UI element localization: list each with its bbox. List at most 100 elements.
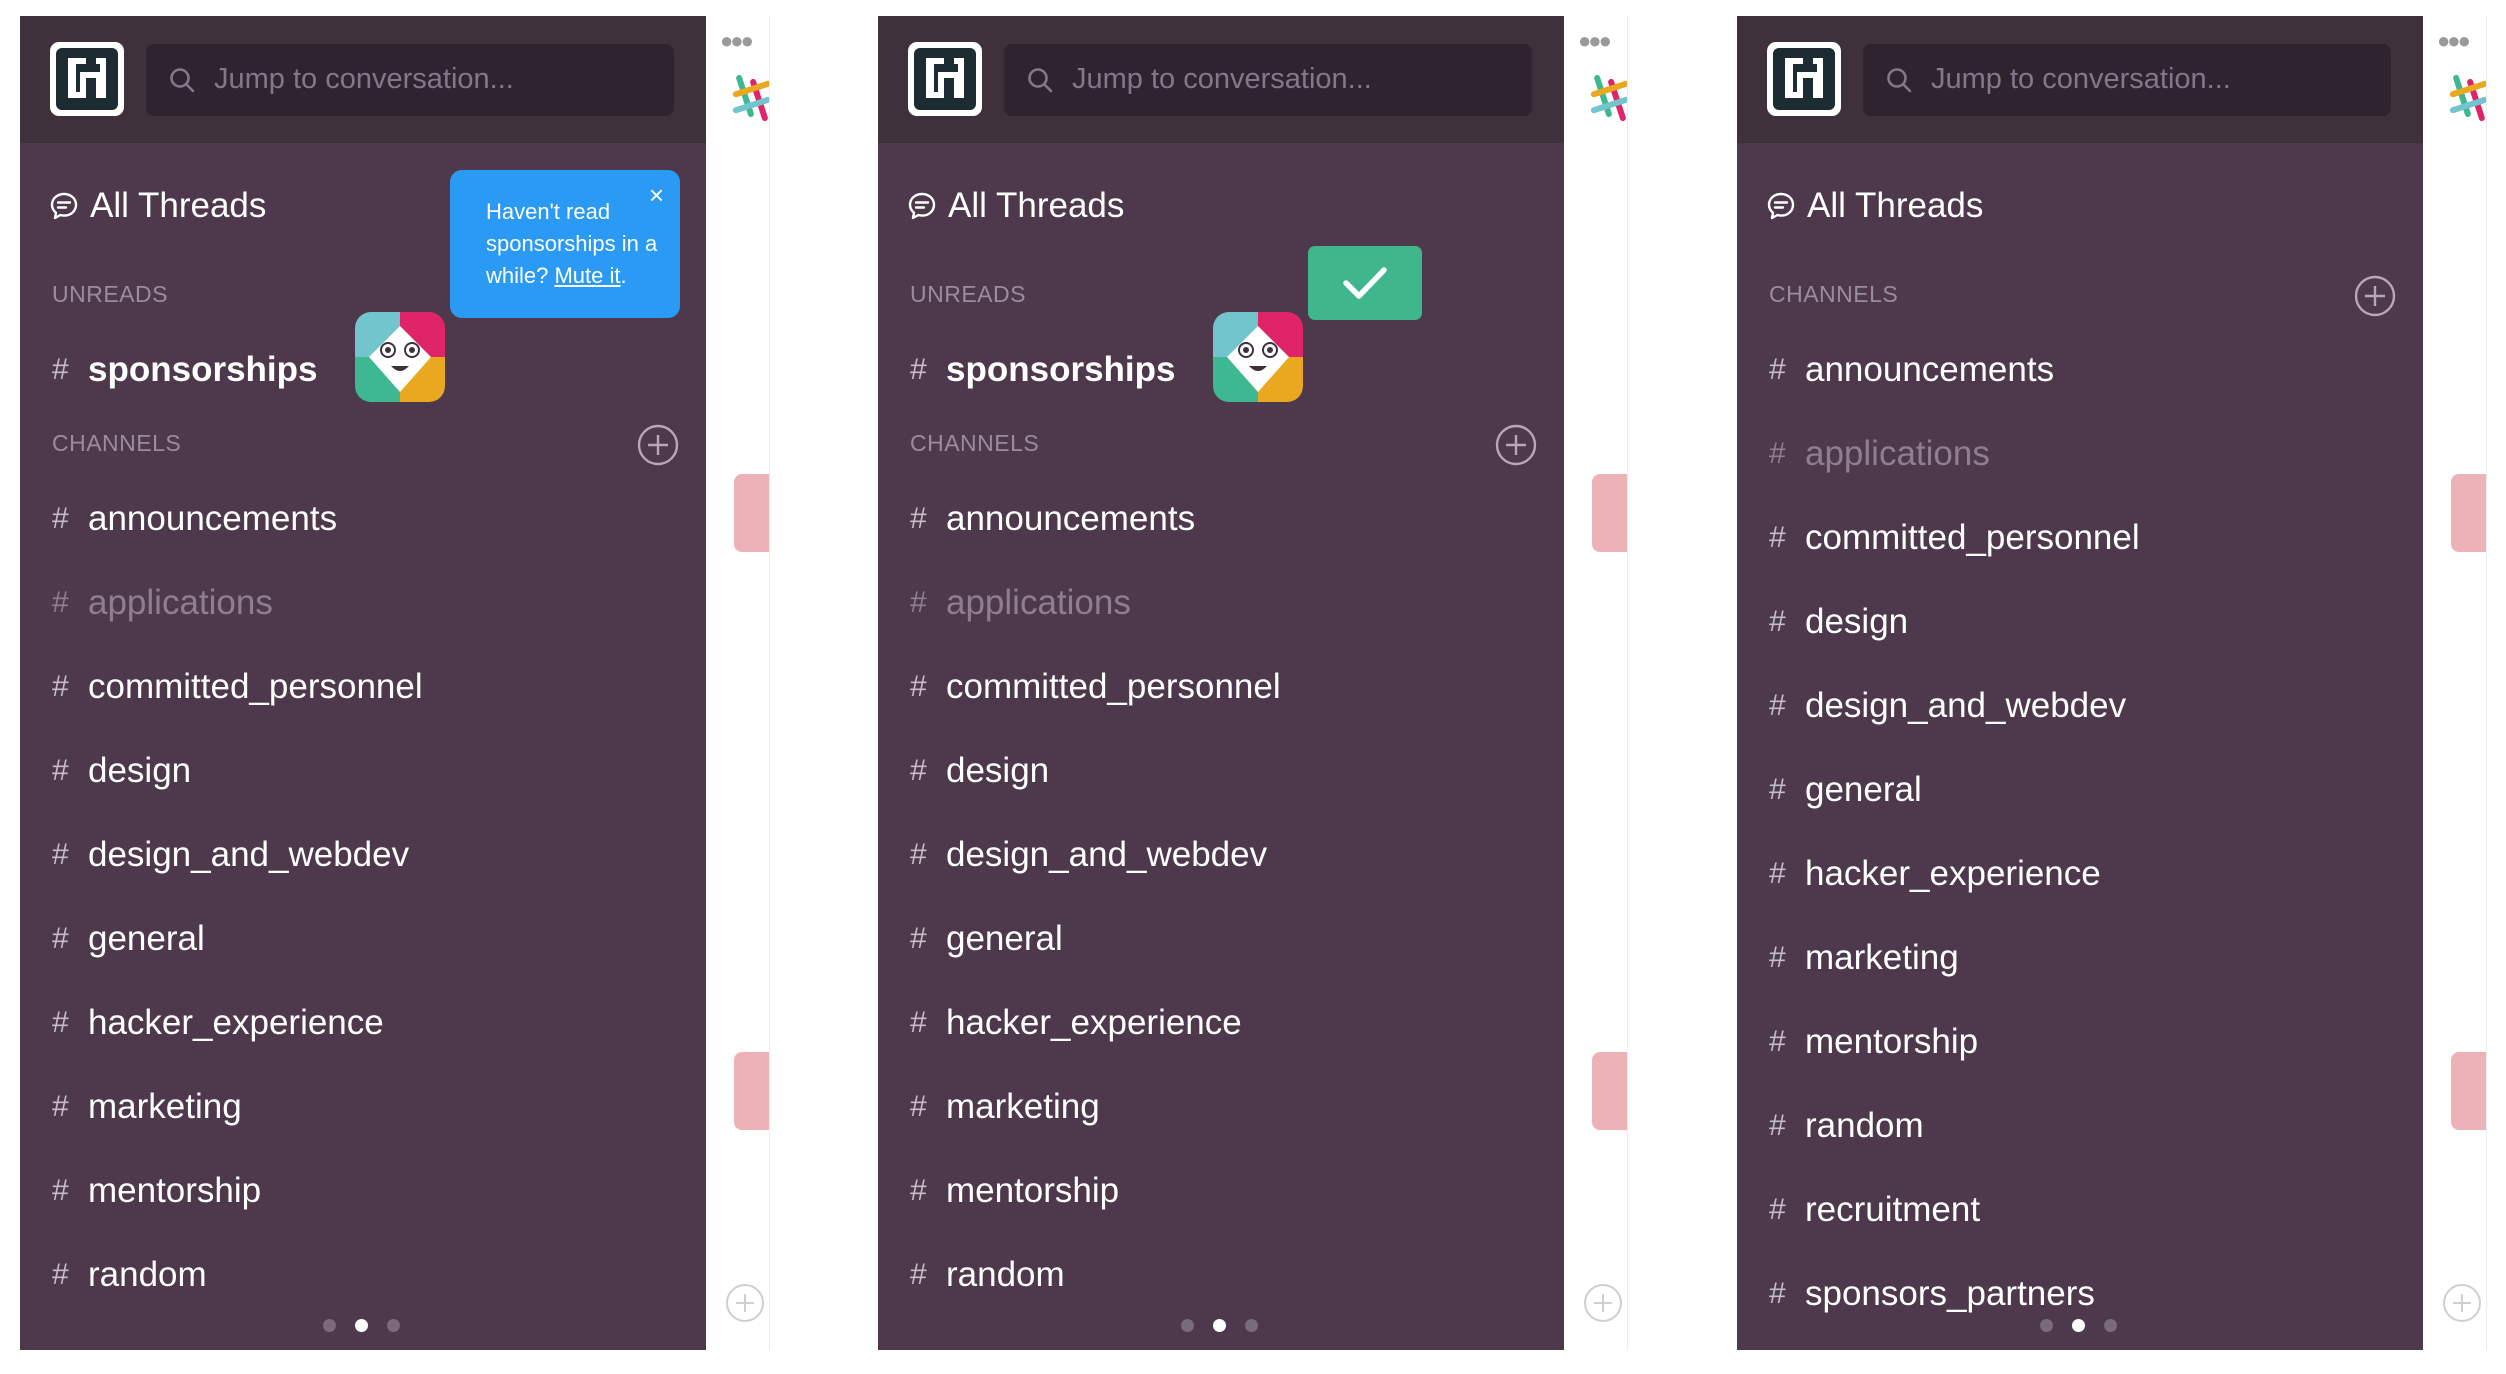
peek-header: ●●● [706, 16, 769, 143]
channel-hash: # [1769, 857, 1786, 890]
sidebar: Jump to conversation... All Threads UNRE… [20, 16, 706, 1350]
channel-item-sponsorships[interactable]: # sponsorships [52, 346, 317, 394]
channel-name: committed_personnel [1805, 518, 2140, 557]
channel-hash: # [52, 353, 69, 386]
muted-confirmation-badge [1308, 246, 1422, 320]
channel-hash: # [910, 1006, 927, 1039]
channel-hash: # [910, 586, 927, 619]
main-content-peek: ●●● [706, 16, 770, 1350]
page-indicator [1181, 1317, 1277, 1333]
channel-item[interactable]: # recruitment [1769, 1186, 1980, 1234]
search-input[interactable]: Jump to conversation... [1863, 44, 2391, 116]
channel-hash: # [910, 838, 927, 871]
channel-item[interactable]: # announcements [910, 495, 1195, 543]
all-threads-link[interactable]: All Threads [48, 184, 266, 228]
channel-item[interactable]: # committed_personnel [910, 663, 1281, 711]
channel-item[interactable]: # mentorship [910, 1167, 1119, 1215]
channel-item[interactable]: # design [1769, 598, 1908, 646]
page-dot [2104, 1318, 2117, 1332]
channel-item[interactable]: # applications [52, 579, 273, 627]
channel-item[interactable]: # random [1769, 1102, 1924, 1150]
channel-item[interactable]: # announcements [1769, 346, 2054, 394]
channel-name: announcements [946, 499, 1196, 538]
channel-item[interactable]: # general [1769, 766, 1922, 814]
more-icon[interactable]: ●●● [2437, 28, 2471, 54]
team-logo-icon[interactable] [1767, 42, 1841, 116]
page-indicator [2040, 1317, 2136, 1333]
channel-item[interactable]: # applications [910, 579, 1131, 627]
main-content-peek: ●●● [1564, 16, 1628, 1350]
checkmark-icon [1343, 267, 1387, 299]
channel-item[interactable]: # mentorship [1769, 1018, 1978, 1066]
channel-item[interactable]: # sponsors_partners [1769, 1270, 2095, 1318]
channel-item-sponsorships[interactable]: # sponsorships [910, 346, 1175, 394]
channel-name: announcements [1805, 350, 2055, 389]
search-icon [1028, 68, 1053, 93]
threads-icon [1767, 192, 1795, 220]
search-input[interactable]: Jump to conversation... [146, 44, 674, 116]
channel-item[interactable]: # applications [1769, 430, 1990, 478]
channel-name: design [88, 751, 192, 790]
sidebar-header: Jump to conversation... [20, 16, 706, 143]
channel-name: announcements [88, 499, 338, 538]
team-logo-icon[interactable] [50, 42, 124, 116]
all-threads-link[interactable]: All Threads [906, 184, 1124, 228]
more-icon[interactable]: ●●● [720, 28, 754, 54]
channel-name: general [1805, 770, 1922, 809]
channel-item[interactable]: # hacker_experience [910, 999, 1242, 1047]
message-avatar [2451, 474, 2486, 552]
channel-hash: # [910, 502, 927, 535]
channel-item[interactable]: # design [910, 747, 1049, 795]
channel-name: sponsorships [88, 350, 318, 389]
channel-item[interactable]: # design [52, 747, 191, 795]
team-logo-icon[interactable] [908, 42, 982, 116]
channel-item[interactable]: # marketing [52, 1083, 242, 1131]
channel-item[interactable]: # design_and_webdev [52, 831, 409, 879]
channel-item[interactable]: # hacker_experience [1769, 850, 2101, 898]
channel-name: committed_personnel [946, 667, 1281, 706]
channel-item[interactable]: # random [910, 1251, 1065, 1299]
close-icon[interactable]: × [649, 182, 664, 208]
channel-item[interactable]: # marketing [910, 1083, 1100, 1131]
channel-item[interactable]: # general [52, 915, 205, 963]
plus-icon[interactable] [2441, 1282, 2483, 1324]
channel-item[interactable]: # design_and_webdev [910, 831, 1267, 879]
add-channel-icon[interactable] [636, 423, 680, 467]
channel-item[interactable]: # general [910, 915, 1063, 963]
channel-name: committed_personnel [88, 667, 423, 706]
channel-item[interactable]: # marketing [1769, 934, 1959, 982]
channel-item[interactable]: # random [52, 1251, 207, 1299]
search-input[interactable]: Jump to conversation... [1004, 44, 1532, 116]
page-dot [1181, 1318, 1194, 1332]
channel-item[interactable]: # hacker_experience [52, 999, 384, 1047]
channel-name: mentorship [88, 1171, 262, 1210]
plus-icon[interactable] [724, 1282, 766, 1324]
peek-header: ●●● [1564, 16, 1627, 143]
page-dot-active [2072, 1318, 2085, 1332]
channel-name: random [88, 1255, 207, 1294]
all-threads-label: All Threads [948, 186, 1125, 225]
channel-name: design [1805, 602, 1909, 641]
add-channel-icon[interactable] [2353, 274, 2397, 318]
phone-screen-2: Jump to conversation... All Threads UNRE… [878, 16, 1628, 1350]
channel-hash: # [52, 670, 69, 703]
sidebar: Jump to conversation... All Threads CHAN… [1737, 16, 2423, 1350]
channel-item[interactable]: # committed_personnel [52, 663, 423, 711]
main-content-peek: ●●● [2423, 16, 2487, 1350]
add-channel-icon[interactable] [1494, 423, 1538, 467]
channel-name: design_and_webdev [946, 835, 1268, 874]
channel-name: general [946, 919, 1063, 958]
tooltip-period: . [620, 263, 627, 288]
mute-it-link[interactable]: Mute it [554, 263, 620, 288]
channel-item[interactable]: # design_and_webdev [1769, 682, 2126, 730]
channel-item[interactable]: # committed_personnel [1769, 514, 2140, 562]
channel-name: random [946, 1255, 1065, 1294]
all-threads-link[interactable]: All Threads [1765, 184, 1983, 228]
page-dot [1245, 1318, 1258, 1332]
more-icon[interactable]: ●●● [1578, 28, 1612, 54]
channel-item[interactable]: # announcements [52, 495, 337, 543]
channel-hash: # [52, 502, 69, 535]
page-dot [387, 1318, 400, 1332]
channel-item[interactable]: # mentorship [52, 1167, 261, 1215]
plus-icon[interactable] [1582, 1282, 1624, 1324]
